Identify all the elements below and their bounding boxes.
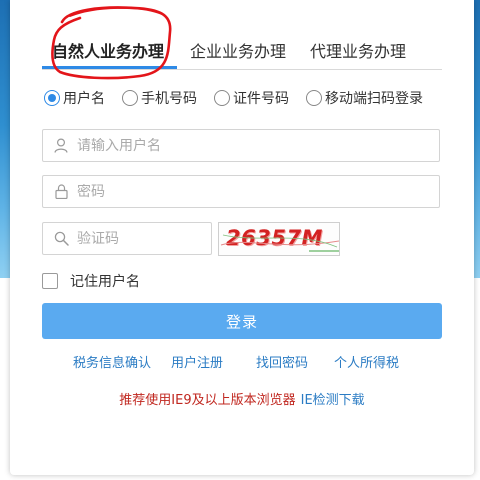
login-type-group: 用户名 手机号码 证件号码 移动端扫码登录: [42, 88, 452, 110]
radio-circle-icon: [306, 90, 322, 106]
radio-qr-login-label: 移动端扫码登录: [325, 91, 423, 107]
link-user-register[interactable]: 用户注册: [171, 352, 223, 371]
radio-qr-login[interactable]: 移动端扫码登录: [306, 88, 423, 108]
checkbox-icon[interactable]: [42, 273, 58, 289]
browser-notice: 推荐使用IE9及以上版本浏览器 IE检测下载: [10, 389, 474, 408]
radio-id-number-label: 证件号码: [233, 91, 289, 107]
radio-circle-icon: [44, 90, 60, 106]
password-input[interactable]: [77, 183, 377, 200]
active-tab-underline: [42, 66, 177, 69]
remember-username[interactable]: 记住用户名: [42, 271, 140, 291]
tab-enterprise[interactable]: 企业业务办理: [190, 38, 286, 62]
radio-circle-icon: [214, 90, 230, 106]
search-icon: [53, 231, 69, 247]
username-input[interactable]: [77, 137, 377, 154]
password-field[interactable]: [42, 175, 440, 208]
captcha-image[interactable]: 26357M: [218, 222, 340, 256]
login-button[interactable]: 登录: [42, 303, 442, 339]
ie-check-download-link[interactable]: IE检测下载: [301, 393, 365, 408]
radio-circle-icon: [122, 90, 138, 106]
link-personal-income-tax[interactable]: 个人所得税: [334, 352, 399, 371]
radio-username[interactable]: 用户名: [44, 88, 105, 108]
radio-phone[interactable]: 手机号码: [122, 88, 197, 108]
remember-username-label: 记住用户名: [70, 274, 140, 290]
lock-icon: [53, 184, 69, 200]
link-tax-info-confirm[interactable]: 税务信息确认: [73, 352, 151, 371]
tab-individual[interactable]: 自然人业务办理: [52, 38, 164, 62]
captcha-field[interactable]: [42, 222, 212, 255]
browser-notice-text: 推荐使用IE9及以上版本浏览器: [119, 393, 296, 408]
link-recover-password[interactable]: 找回密码: [256, 352, 308, 371]
captcha-input[interactable]: [77, 230, 197, 247]
radio-id-number[interactable]: 证件号码: [214, 88, 289, 108]
radio-username-label: 用户名: [63, 91, 105, 107]
radio-phone-label: 手机号码: [141, 91, 197, 107]
captcha-noise: [220, 234, 339, 252]
tab-agency[interactable]: 代理业务办理: [310, 38, 406, 62]
business-tabs: 自然人业务办理 企业业务办理 代理业务办理: [42, 24, 442, 70]
footer-links: 税务信息确认 用户注册 找回密码 个人所得税: [10, 352, 474, 372]
user-icon: [53, 138, 69, 154]
login-panel: 自然人业务办理 企业业务办理 代理业务办理 用户名 手机号码 证件号码 移动端扫…: [10, 0, 474, 475]
username-field[interactable]: [42, 129, 440, 162]
